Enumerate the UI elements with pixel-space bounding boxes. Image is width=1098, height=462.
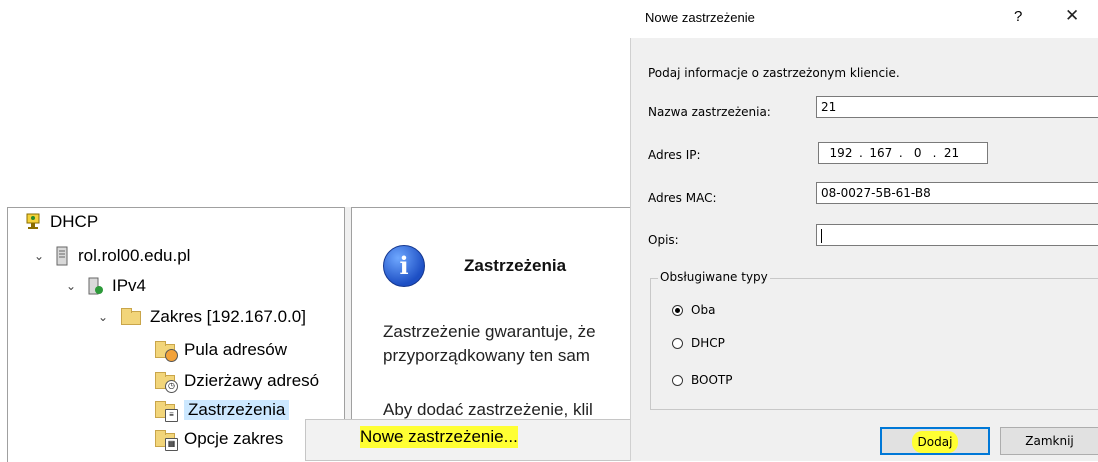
tree-label: Pula adresów <box>184 340 288 359</box>
radio-unselected-icon <box>672 374 683 386</box>
supported-types-legend: Obsługiwane typy <box>658 270 770 284</box>
dialog-title: Nowe zastrzeżenie <box>645 10 755 25</box>
description-field[interactable] <box>816 224 1098 246</box>
chevron-down-icon[interactable]: ⌄ <box>32 249 46 263</box>
chevron-down-icon[interactable]: ⌄ <box>96 310 110 324</box>
ip-label: Adres IP: <box>648 148 701 162</box>
ip-octet[interactable]: 192 <box>823 144 859 162</box>
content-title: Zastrzeżenia <box>464 256 567 275</box>
tree-label: Zakres [192.167.0.0] <box>150 307 306 326</box>
tree-label: IPv4 <box>112 276 147 295</box>
tree-node-ipv4[interactable]: ⌄ IPv4 <box>64 272 146 300</box>
text-cursor <box>821 228 822 243</box>
content-text: przyporządkowany ten sam <box>383 346 590 365</box>
tree-label: Opcje zakres <box>184 429 284 448</box>
ipv4-icon <box>88 276 104 296</box>
tree-node-reservations[interactable]: ≡ Zastrzeżenia <box>154 396 290 424</box>
ip-octet[interactable]: 167 <box>863 144 899 162</box>
radio-label: BOOTP <box>691 373 733 387</box>
tree-label: Dzierżawy adresó <box>184 371 320 390</box>
radio-bootp[interactable]: BOOTP <box>672 373 732 387</box>
add-button[interactable]: Dodaj <box>880 427 990 455</box>
tree-node-scope[interactable]: ⌄ Zakres [192.167.0.0] <box>96 303 306 331</box>
radio-label: Oba <box>691 303 716 317</box>
server-icon <box>56 246 70 266</box>
tree-node-scope-options[interactable]: ▦ Opcje zakres <box>154 425 283 453</box>
radio-dhcp[interactable]: DHCP <box>672 336 725 350</box>
tree-label: Zastrzeżenia <box>184 400 290 420</box>
add-button-label: Dodaj <box>911 431 959 453</box>
help-button[interactable]: ? <box>1014 8 1022 25</box>
tree-label: DHCP <box>50 212 99 231</box>
address-leases-icon: ◷ <box>154 371 178 393</box>
tree-node-server[interactable]: ⌄ rol.rol00.edu.pl <box>32 242 190 270</box>
mac-address-field[interactable]: 08-0027-5B-61-B8 <box>816 182 1098 204</box>
scope-options-icon: ▦ <box>154 429 178 451</box>
address-pool-icon <box>154 340 178 362</box>
reservation-name-field[interactable]: 21 <box>816 96 1098 118</box>
tree-label: rol.rol00.edu.pl <box>78 246 191 265</box>
radio-selected-icon <box>672 304 683 316</box>
tree-node-address-pool[interactable]: Pula adresów <box>154 336 287 364</box>
description-label: Opis: <box>648 233 679 247</box>
radio-label: DHCP <box>691 336 725 350</box>
chevron-down-icon[interactable]: ⌄ <box>64 279 78 293</box>
content-text: Aby dodać zastrzeżenie, klil <box>383 400 593 419</box>
close-icon[interactable]: ✕ <box>1065 6 1079 26</box>
reservations-icon: ≡ <box>154 400 178 422</box>
mac-label: Adres MAC: <box>648 191 717 205</box>
radio-unselected-icon <box>672 337 683 349</box>
close-button[interactable]: Zamknij <box>1000 427 1098 455</box>
tree-node-address-leases[interactable]: ◷ Dzierżawy adresó <box>154 367 319 395</box>
tree-node-dhcp[interactable]: DHCP <box>24 208 98 236</box>
ip-octet[interactable]: 21 <box>936 144 966 162</box>
folder-icon <box>120 307 142 327</box>
radio-both[interactable]: Oba <box>672 303 715 317</box>
ip-octet[interactable]: 0 <box>903 144 933 162</box>
info-icon: i <box>383 245 425 287</box>
dhcp-icon <box>24 212 42 232</box>
content-text: Zastrzeżenie gwarantuje, że <box>383 322 596 341</box>
instruction-text: Podaj informacje o zastrzeżonym kliencie… <box>648 66 900 80</box>
name-label: Nazwa zastrzeżenia: <box>648 105 771 119</box>
ip-address-field[interactable]: 192. 167. 0. 21 <box>818 142 988 164</box>
menu-item-new-reservation[interactable]: Nowe zastrzeżenie... <box>360 426 518 448</box>
